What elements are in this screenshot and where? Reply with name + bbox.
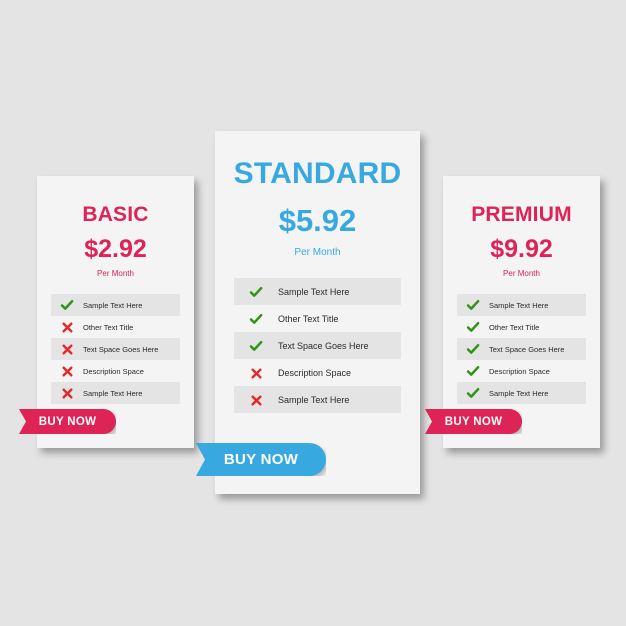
cross-icon	[234, 392, 278, 407]
feature-label: Description Space	[489, 366, 550, 376]
feature-label: Sample Text Here	[278, 286, 350, 297]
feature-label: Sample Text Here	[83, 300, 143, 310]
cross-icon	[234, 365, 278, 380]
plan-name-standard: STANDARD	[233, 157, 402, 190]
feature-label: Text Space Goes Here	[489, 344, 565, 354]
pricing-card-basic: BASIC $2.92 Per Month Sample Text Here Ot…	[37, 176, 194, 448]
feature-row: Other Text Title	[457, 316, 586, 338]
plan-period-premium: Per Month	[503, 269, 540, 278]
feature-row: Text Space Goes Here	[234, 332, 401, 359]
feature-label: Sample Text Here	[489, 388, 549, 398]
cross-icon	[51, 386, 83, 399]
feature-list-basic: Sample Text Here Other Text Title Text Spa…	[37, 294, 194, 404]
feature-row: Sample Text Here	[51, 382, 180, 404]
feature-label: Description Space	[278, 367, 352, 378]
cross-icon	[51, 342, 83, 355]
feature-label: Other Text Title	[278, 313, 339, 324]
buy-now-button-premium[interactable]: BUY NOW	[425, 409, 522, 434]
feature-row: Sample Text Here	[457, 382, 586, 404]
feature-row: Description Space	[457, 360, 586, 382]
plan-name-basic: BASIC	[82, 203, 149, 226]
feature-row: Text Space Goes Here	[457, 338, 586, 360]
pricing-card-standard: STANDARD $5.92 Per Month Sample Text Her…	[215, 131, 420, 494]
cross-icon	[51, 320, 83, 333]
plan-period-standard: Per Month	[294, 247, 341, 258]
feature-row: Sample Text Here	[234, 278, 401, 305]
feature-label: Other Text Title	[489, 322, 540, 332]
plan-price-premium: $9.92	[490, 235, 553, 263]
feature-row: Other Text Title	[234, 305, 401, 332]
feature-row: Description Space	[51, 360, 180, 382]
feature-label: Text Space Goes Here	[83, 344, 159, 354]
plan-period-basic: Per Month	[97, 269, 134, 278]
feature-row: Sample Text Here	[457, 294, 586, 316]
feature-row: Sample Text Here	[51, 294, 180, 316]
feature-label: Other Text Title	[83, 322, 134, 332]
check-icon	[234, 284, 278, 299]
feature-row: Text Space Goes Here	[51, 338, 180, 360]
pricing-card-premium: PREMIUM $9.92 Per Month Sample Text Here…	[443, 176, 600, 448]
plan-price-basic: $2.92	[84, 235, 147, 263]
feature-label: Sample Text Here	[489, 300, 549, 310]
buy-now-button-basic[interactable]: BUY NOW	[19, 409, 116, 434]
feature-row: Sample Text Here	[234, 386, 401, 413]
feature-row: Other Text Title	[51, 316, 180, 338]
feature-label: Text Space Goes Here	[278, 340, 369, 351]
check-icon	[457, 342, 489, 356]
feature-row: Description Space	[234, 359, 401, 386]
check-icon	[457, 386, 489, 400]
feature-label: Sample Text Here	[278, 394, 350, 405]
plan-price-standard: $5.92	[278, 203, 357, 238]
cross-icon	[51, 364, 83, 377]
feature-label: Description Space	[83, 366, 144, 376]
feature-label: Sample Text Here	[83, 388, 143, 398]
plan-name-premium: PREMIUM	[471, 203, 572, 226]
feature-list-standard: Sample Text Here Other Text Title Text Spa…	[215, 278, 420, 413]
check-icon	[457, 364, 489, 378]
check-icon	[457, 298, 489, 312]
check-icon	[51, 298, 83, 312]
feature-list-premium: Sample Text Here Other Text Title Text Spa…	[443, 294, 600, 404]
check-icon	[457, 320, 489, 334]
check-icon	[234, 311, 278, 326]
check-icon	[234, 338, 278, 353]
buy-now-button-standard[interactable]: BUY NOW	[196, 443, 326, 476]
pricing-table-stage: BASIC $2.92 Per Month Sample Text Here Ot…	[0, 0, 626, 626]
